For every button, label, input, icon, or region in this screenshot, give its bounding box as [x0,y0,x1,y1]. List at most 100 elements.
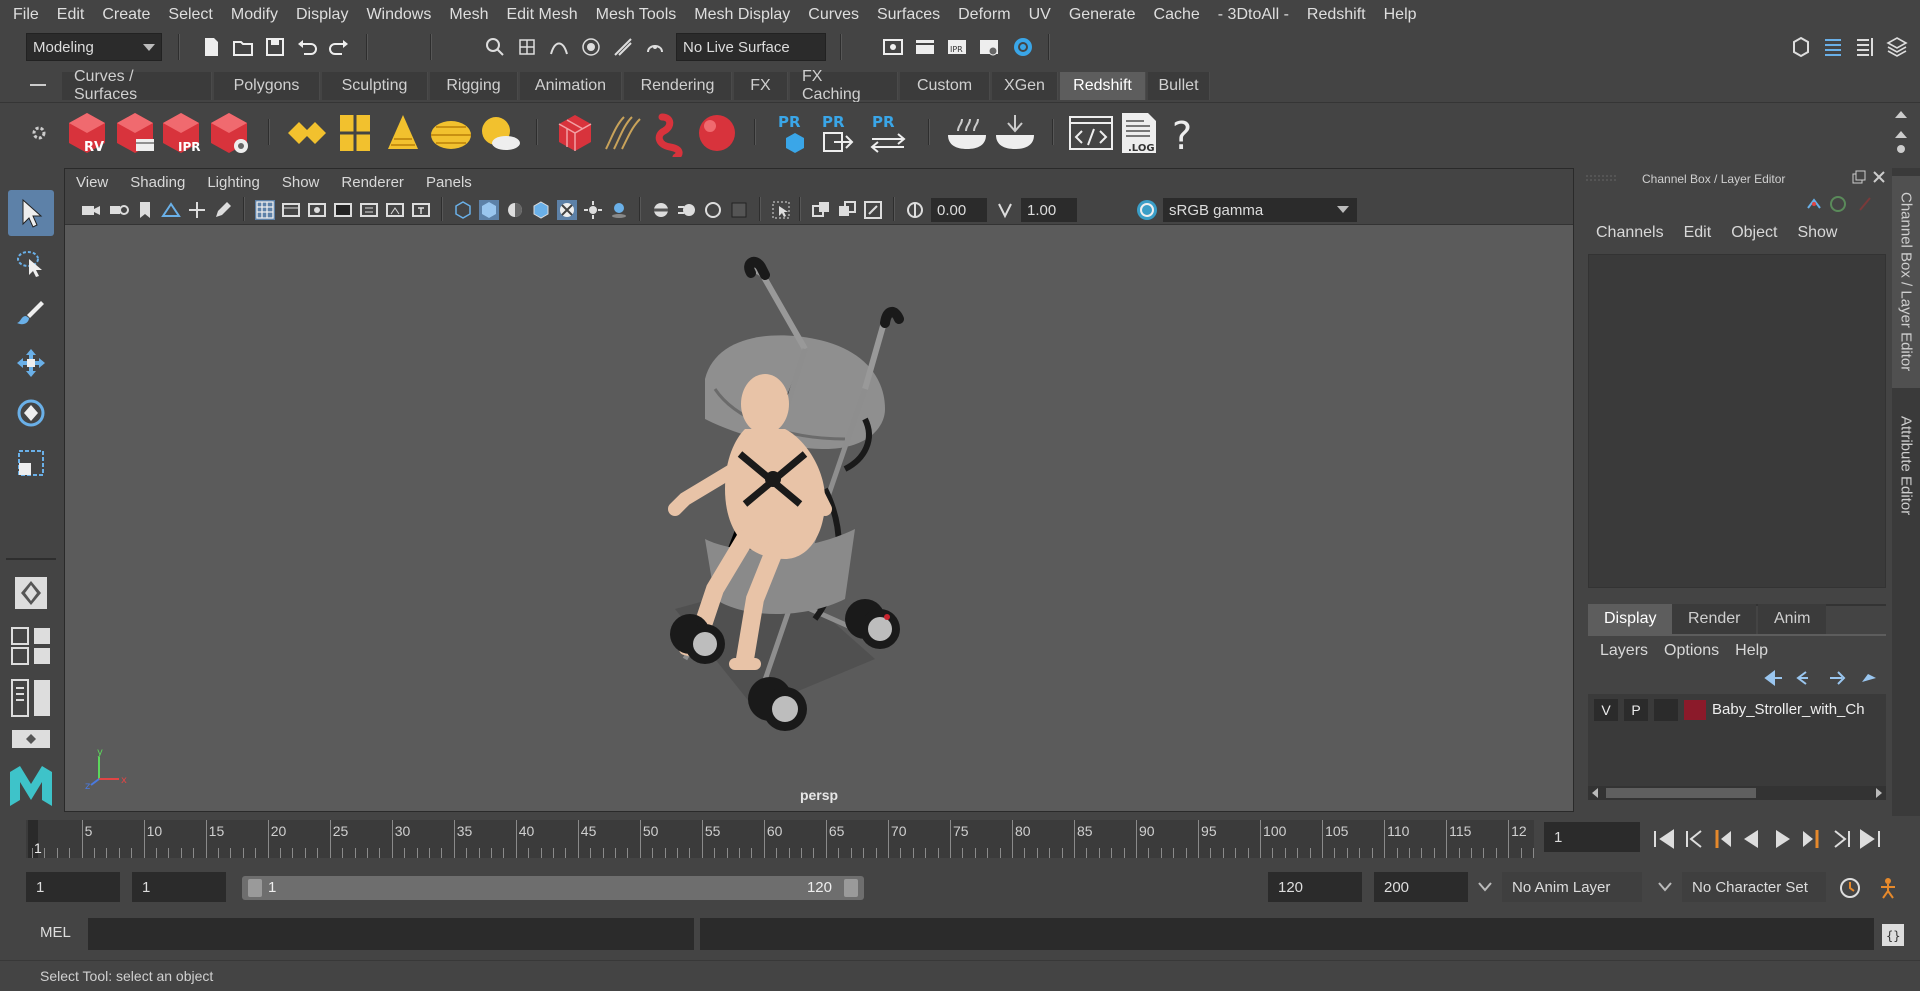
redshift-hair-icon[interactable] [600,109,646,157]
shelf-tab-curves-surfaces[interactable]: Curves / Surfaces [62,68,212,103]
outliner-layout-icon[interactable] [10,678,52,718]
menu-edit[interactable]: Edit [48,6,94,24]
channel-box-icons[interactable] [1804,194,1876,214]
redshift-volume-icon[interactable] [648,109,694,161]
viewport-menu-view[interactable]: View [65,174,119,191]
menu-modify[interactable]: Modify [222,6,287,24]
exposure-field[interactable]: 0.00 [931,198,987,222]
menu-file[interactable]: File [4,6,48,24]
xray-components-icon[interactable] [863,200,883,220]
playback-end-field[interactable]: 120 [1268,872,1362,902]
tool-settings-toggle-icon[interactable] [1854,36,1876,58]
step-forward-key-icon[interactable] [1800,828,1824,850]
range-start-handle[interactable] [248,879,262,897]
anti-aliasing-icon[interactable] [703,200,723,220]
playback-start-field[interactable]: 1 [132,872,226,902]
character-set-dropdown[interactable]: No Character Set [1682,872,1826,902]
shelf-settings-icon[interactable] [31,125,47,141]
render-settings-icon[interactable] [978,36,1000,58]
redshift-render-view-icon[interactable]: RV [64,109,110,157]
move-tool-icon[interactable] [8,340,54,386]
shelf-tab-bullet[interactable]: Bullet [1148,72,1210,100]
layer-tab-render[interactable]: Render [1672,604,1757,634]
field-chart-icon[interactable] [359,200,379,220]
command-input[interactable] [88,918,694,950]
float-panel-icon[interactable] [1852,170,1866,184]
baby-stroller-model[interactable] [565,239,1005,779]
shelf-tab-animation[interactable]: Animation [520,72,622,100]
redshift-area-light-icon[interactable] [284,109,330,157]
color-management-toggle-icon[interactable] [1137,200,1157,220]
menu-surfaces[interactable]: Surfaces [868,6,949,24]
persp-graph-layout-icon[interactable] [10,728,52,752]
animation-start-field[interactable]: 1 [26,872,120,902]
menu-deform[interactable]: Deform [949,6,1019,24]
redshift-ipr-icon[interactable]: IPR [158,109,204,157]
wireframe-icon[interactable] [453,200,473,220]
redshift-ies-light-icon[interactable] [380,109,426,157]
play-backward-icon[interactable] [1740,828,1764,850]
layer-row[interactable]: V P Baby_Stroller_with_Ch [1588,694,1886,728]
snap-to-grid-icon[interactable] [516,36,538,58]
ipr-render-icon[interactable]: IPR [946,36,968,58]
redshift-pr-export-icon[interactable]: PR [816,109,862,157]
layer-hscrollbar[interactable] [1588,786,1886,800]
viewport-persp[interactable]: View Shading Lighting Show Renderer Panels [64,168,1574,812]
gate-mask-icon[interactable] [333,200,353,220]
screen-space-ao-icon[interactable] [651,200,671,220]
camera-attributes-icon[interactable] [109,200,129,220]
new-scene-icon[interactable] [200,36,222,58]
range-end-handle[interactable] [844,879,858,897]
menu-mesh-tools[interactable]: Mesh Tools [587,6,686,24]
layer-color-swatch[interactable] [1684,700,1706,720]
play-forward-icon[interactable] [1770,828,1794,850]
grid-toggle-icon[interactable] [255,200,275,220]
wireframe-on-shaded-icon[interactable] [531,200,551,220]
save-scene-icon[interactable] [264,36,286,58]
redshift-sphere-icon[interactable] [694,109,740,157]
redshift-dome-light-icon[interactable] [428,109,474,157]
menu-mesh[interactable]: Mesh [440,6,497,24]
depth-of-field-icon[interactable] [729,200,749,220]
shelf-tab-rigging[interactable]: Rigging [430,72,518,100]
xray-icon[interactable] [811,200,831,220]
chevron-down-icon[interactable] [1658,882,1672,892]
safe-title-icon[interactable] [411,200,431,220]
gamma-icon[interactable] [995,200,1015,220]
menu-set-dropdown[interactable]: Modeling [26,33,162,61]
time-slider-ticks[interactable]: 1 5 10 15 20 25 30 35 40 45 50 55 60 65 70 75 80 85 90 95 1… [26,820,1534,858]
shadows-icon[interactable] [609,200,629,220]
modeling-toolkit-icon[interactable] [1790,36,1812,58]
rotate-tool-icon[interactable] [8,390,54,436]
menu-cache[interactable]: Cache [1145,6,1209,24]
script-editor-icon[interactable]: {} [1880,922,1906,948]
layer-name[interactable]: Baby_Stroller_with_Ch [1712,701,1882,718]
render-view-icon[interactable] [882,36,904,58]
snap-to-view-icon[interactable] [612,36,634,58]
viewport-menu-panels[interactable]: Panels [415,174,483,191]
scale-tool-icon[interactable] [8,440,54,486]
auto-key-icon[interactable] [1838,876,1862,900]
open-scene-icon[interactable] [232,36,254,58]
menu-select[interactable]: Select [159,6,221,24]
select-tool-icon[interactable] [8,190,54,236]
redshift-pr-object-icon[interactable]: PR [772,109,818,157]
panel-grip-icon[interactable] [1586,172,1616,184]
camera-icon[interactable] [81,200,101,220]
shelf-menu-icon[interactable] [30,84,46,86]
shelf-tab-xgen[interactable]: XGen [992,72,1058,100]
undo-icon[interactable] [296,36,318,58]
resolution-gate-icon[interactable] [307,200,327,220]
default-material-icon[interactable] [505,200,525,220]
safe-action-icon[interactable] [385,200,405,220]
redshift-portal-light-icon[interactable] [332,109,378,157]
menu-redshift[interactable]: Redshift [1298,6,1375,24]
command-language-toggle[interactable]: MEL [40,924,71,941]
use-all-lights-icon[interactable] [583,200,603,220]
scroll-right-icon[interactable] [1874,788,1884,798]
menu-curves[interactable]: Curves [799,6,868,24]
tab-attribute-editor[interactable]: Attribute Editor [1892,396,1920,536]
menu-3dtoall[interactable]: - 3DtoAll - [1209,6,1298,24]
viewport-menu-lighting[interactable]: Lighting [196,174,271,191]
step-back-icon[interactable] [1682,828,1706,850]
